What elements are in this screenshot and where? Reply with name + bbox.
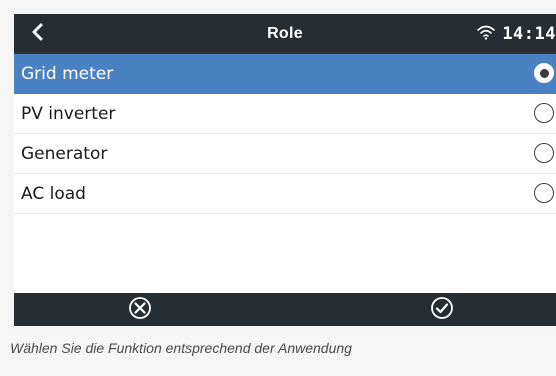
option-ac-load[interactable]: AC load <box>14 174 556 214</box>
image-caption: Wählen Sie die Funktion entsprechend der… <box>10 340 352 356</box>
radio-selected-icon[interactable] <box>534 63 554 83</box>
option-label: AC load <box>21 183 86 204</box>
cancel-button[interactable] <box>120 293 160 326</box>
header-bar: Role 14:14 <box>14 14 556 54</box>
device-screen: Role 14:14 Grid meter PV inverter Genera… <box>14 14 556 326</box>
radio-unselected-icon[interactable] <box>534 183 554 203</box>
option-label: PV inverter <box>21 103 116 124</box>
clock-time: 14:14 <box>502 24 556 44</box>
option-label: Grid meter <box>21 63 114 84</box>
wifi-icon <box>476 24 496 44</box>
page-title: Role <box>267 25 303 42</box>
option-grid-meter[interactable]: Grid meter <box>14 54 556 94</box>
check-circle-icon <box>430 296 454 324</box>
radio-unselected-icon[interactable] <box>534 143 554 163</box>
confirm-button[interactable] <box>422 293 462 326</box>
option-label: Generator <box>21 143 108 164</box>
radio-unselected-icon[interactable] <box>534 103 554 123</box>
option-generator[interactable]: Generator <box>14 134 556 174</box>
role-options-list: Grid meter PV inverter Generator AC load <box>14 54 556 214</box>
cancel-circle-icon <box>128 296 152 324</box>
option-pv-inverter[interactable]: PV inverter <box>14 94 556 134</box>
status-area: 14:14 <box>476 14 556 54</box>
footer-bar <box>14 293 556 326</box>
